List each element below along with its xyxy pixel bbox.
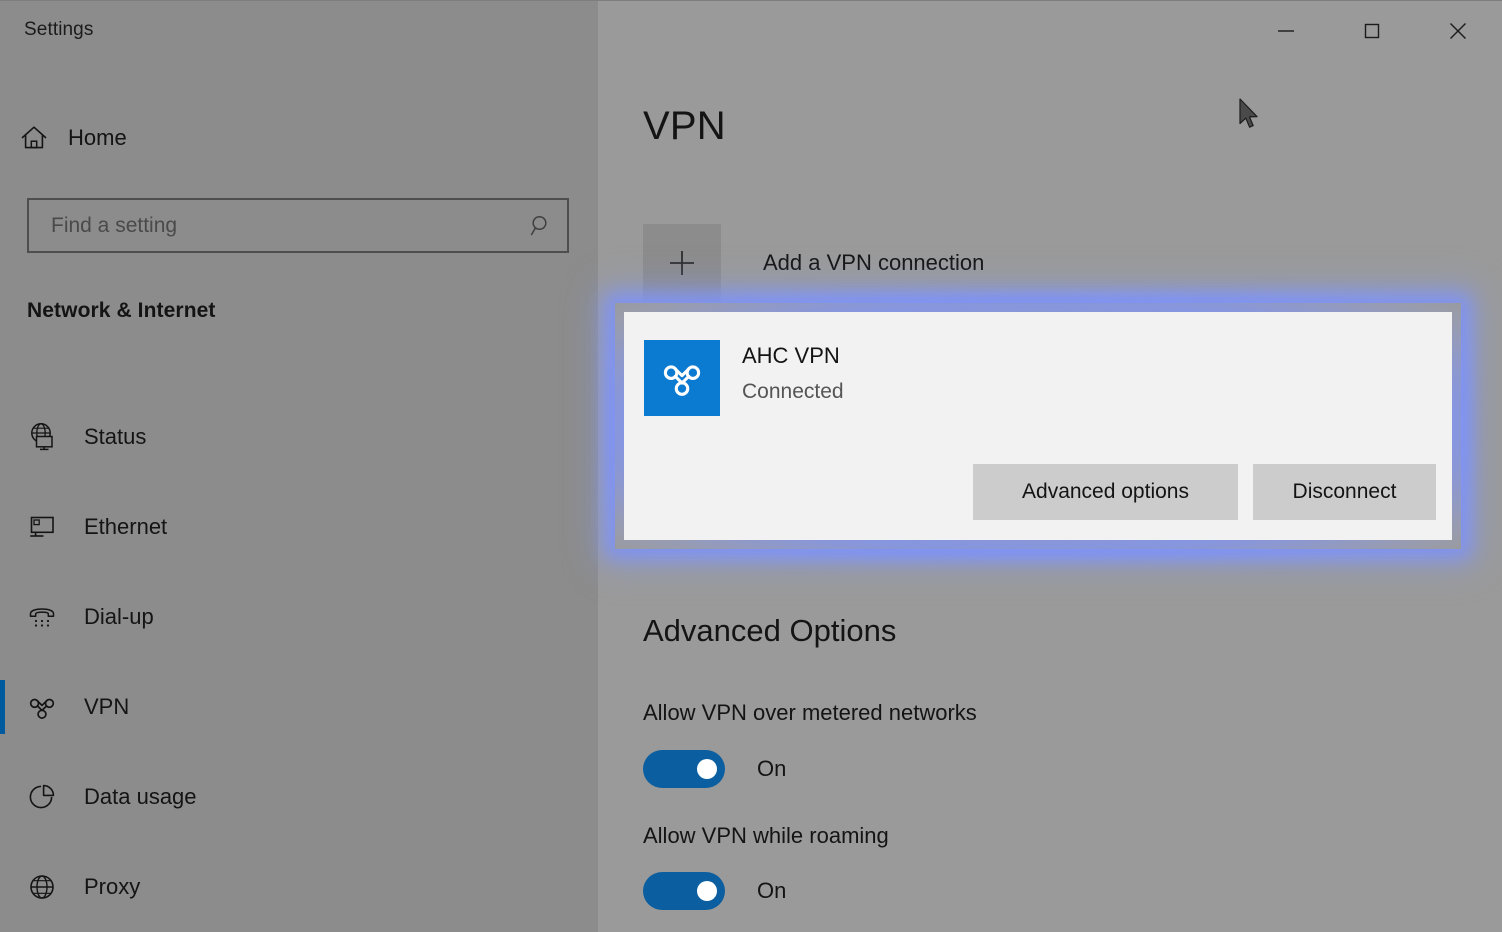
- sidebar-category-title: Network & Internet: [27, 299, 216, 322]
- globe-icon: [0, 870, 84, 904]
- toggle-state-label: On: [757, 878, 787, 903]
- sidebar-item-home[interactable]: Home: [0, 111, 598, 165]
- add-vpn-connection-label: Add a VPN connection: [763, 250, 985, 275]
- plus-icon: [643, 224, 721, 302]
- sidebar-nav-list: Status Ethernet Dial-up VPN Data usage P…: [0, 392, 598, 932]
- window-title: Settings: [24, 19, 94, 40]
- maximize-button[interactable]: [1341, 0, 1403, 62]
- ethernet-icon: [0, 510, 84, 544]
- disconnect-button[interactable]: Disconnect: [1253, 464, 1436, 520]
- globe-monitor-icon: [0, 420, 84, 454]
- sidebar-item-status[interactable]: Status: [0, 392, 598, 482]
- search-placeholder: Find a setting: [51, 213, 178, 237]
- sidebar-item-proxy[interactable]: Proxy: [0, 842, 598, 932]
- setting-label-metered-networks: Allow VPN over metered networks: [643, 700, 977, 725]
- add-vpn-connection-button[interactable]: Add a VPN connection: [643, 224, 984, 302]
- toggle-switch[interactable]: [643, 872, 725, 910]
- sidebar-item-ethernet[interactable]: Ethernet: [0, 482, 598, 572]
- sidebar-item-data-usage-label: Data usage: [84, 784, 197, 809]
- sidebar-item-dial-up[interactable]: Dial-up: [0, 572, 598, 662]
- toggle-metered-networks[interactable]: On: [643, 750, 786, 788]
- toggle-while-roaming[interactable]: On: [643, 872, 786, 910]
- selection-indicator: [0, 680, 5, 734]
- toggle-switch[interactable]: [643, 750, 725, 788]
- advanced-options-heading: Advanced Options: [643, 613, 897, 648]
- main-content: VPN Add a VPN connection AHC VPN Connect…: [598, 0, 1502, 932]
- sidebar-item-vpn[interactable]: VPN: [0, 662, 598, 752]
- pie-chart-icon: [0, 780, 84, 814]
- search-input[interactable]: Find a setting: [27, 198, 569, 253]
- minimize-icon: [1278, 30, 1294, 32]
- advanced-options-button[interactable]: Advanced options: [973, 464, 1238, 520]
- sidebar: Home Find a setting Network & Internet S…: [0, 0, 598, 932]
- sidebar-item-proxy-label: Proxy: [84, 874, 141, 899]
- dialup-phone-icon: [0, 600, 84, 634]
- close-button[interactable]: [1427, 0, 1489, 62]
- vpn-connection-name: AHC VPN: [742, 343, 840, 368]
- toggle-state-label: On: [757, 756, 787, 781]
- setting-label-while-roaming: Allow VPN while roaming: [643, 823, 889, 848]
- minimize-button[interactable]: [1255, 0, 1317, 62]
- search-icon[interactable]: [515, 213, 567, 239]
- home-icon: [0, 123, 68, 153]
- maximize-icon: [1364, 23, 1380, 39]
- vpn-knot-icon: [0, 690, 84, 724]
- toggle-knob: [697, 881, 717, 901]
- close-icon: [1450, 23, 1466, 39]
- sidebar-item-home-label: Home: [68, 125, 127, 150]
- vpn-connection-status: Connected: [742, 380, 844, 403]
- sidebar-item-status-label: Status: [84, 424, 147, 449]
- toggle-knob: [697, 759, 717, 779]
- settings-window: Home Find a setting Network & Internet S…: [0, 0, 1502, 932]
- sidebar-item-dial-up-label: Dial-up: [84, 604, 154, 629]
- vpn-knot-icon: [644, 340, 720, 416]
- sidebar-item-ethernet-label: Ethernet: [84, 514, 168, 539]
- vpn-connection-card[interactable]: AHC VPN Connected Advanced options Disco…: [624, 312, 1452, 540]
- sidebar-item-vpn-label: VPN: [84, 694, 130, 719]
- page-title: VPN: [643, 104, 726, 148]
- sidebar-item-data-usage[interactable]: Data usage: [0, 752, 598, 842]
